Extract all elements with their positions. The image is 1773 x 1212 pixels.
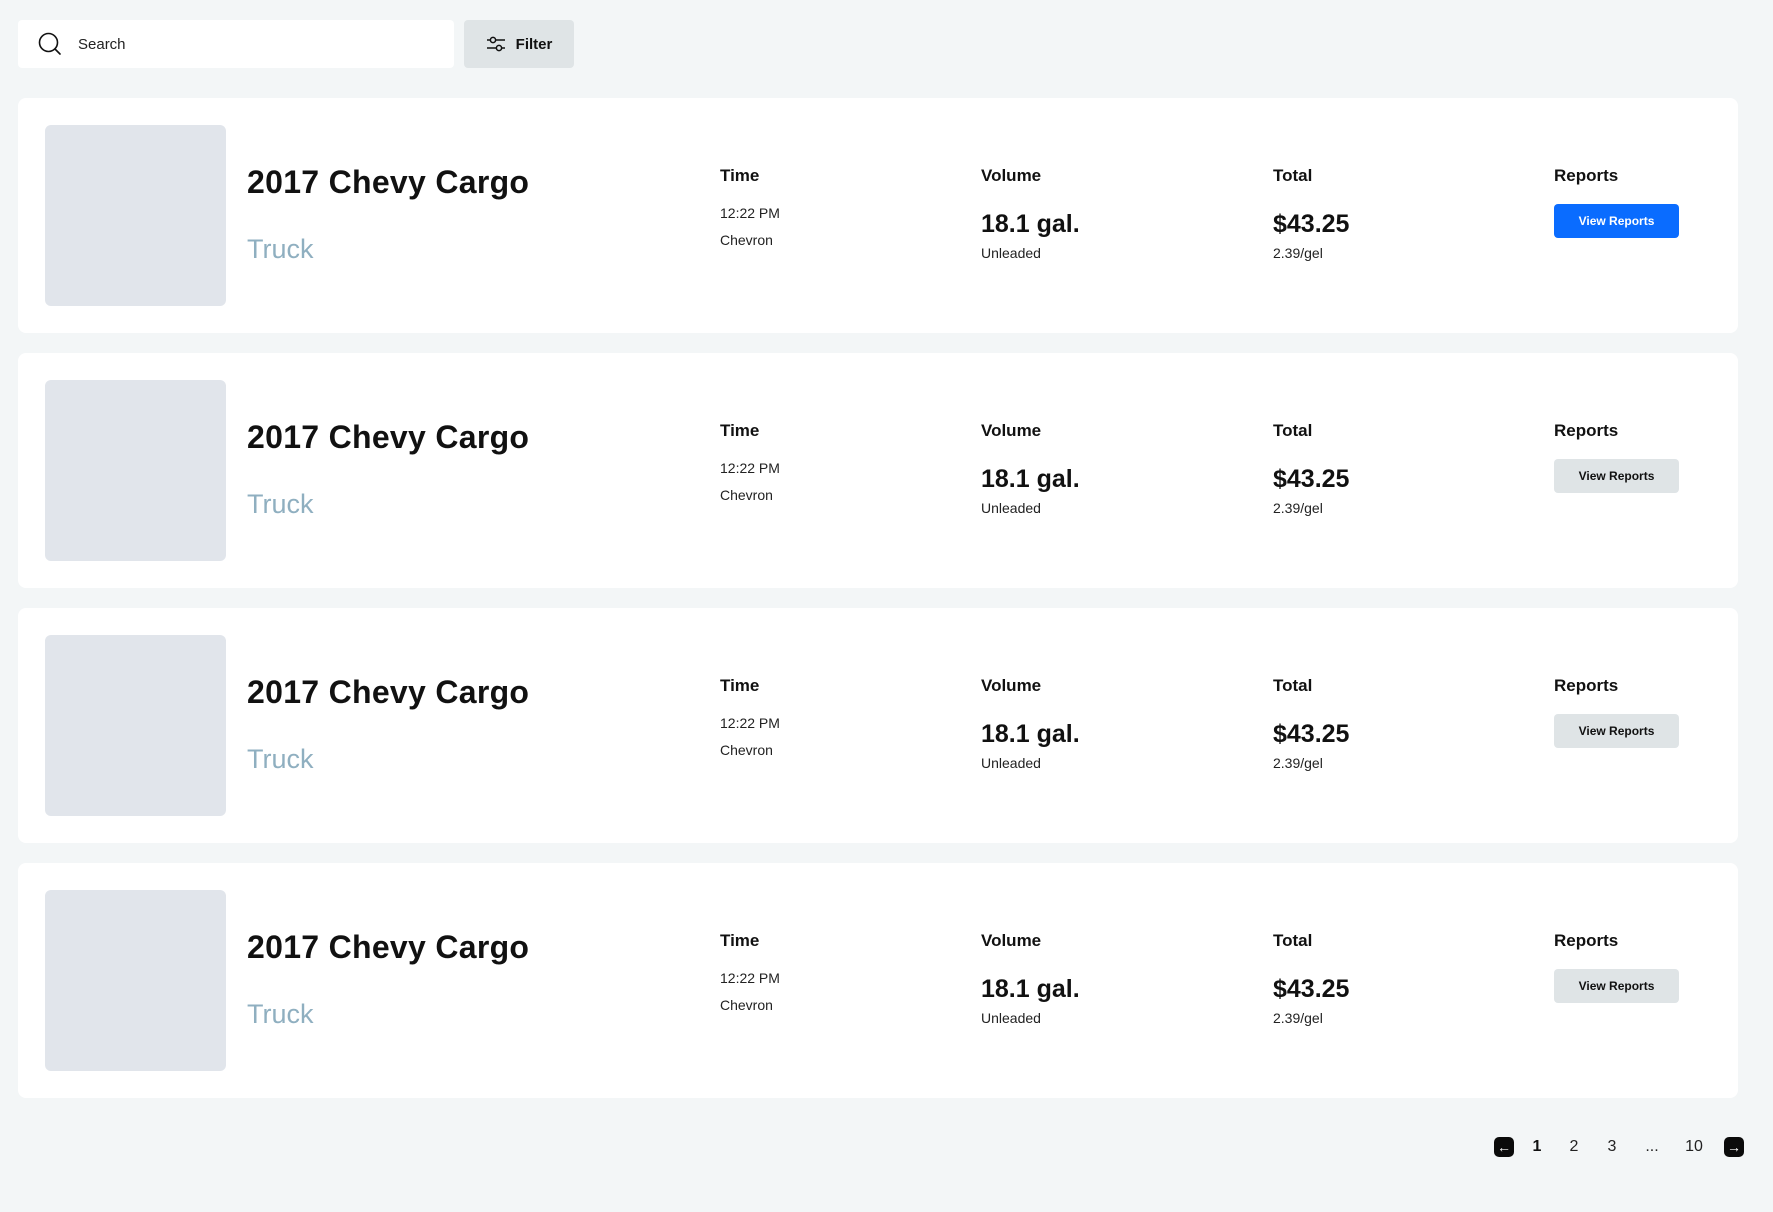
page-link-current[interactable]: 1 (1514, 1138, 1560, 1156)
volume-value: 18.1 gal. (981, 975, 1080, 1003)
time-value: 12:22 PM (720, 205, 780, 221)
page-link[interactable]: 10 (1668, 1138, 1720, 1156)
time-label: Time (720, 421, 760, 440)
reports-label: Reports (1554, 421, 1619, 440)
vehicle-image-placeholder (45, 125, 226, 306)
reports-label: Reports (1554, 166, 1619, 185)
price-per-gallon: 2.39/gel (1273, 755, 1323, 771)
total-value: $43.25 (1273, 210, 1350, 238)
next-page-arrow-icon[interactable]: → (1724, 1137, 1744, 1157)
pagination: ← 1 2 3 ... 10 → (1494, 1134, 1744, 1160)
vehicle-type: Truck (247, 234, 314, 264)
fuel-record-card: 2017 Chevy Cargo Truck Time 12:22 PM Che… (18, 608, 1738, 843)
vehicle-title: 2017 Chevy Cargo (247, 929, 530, 965)
fuel-type: Unleaded (981, 500, 1041, 516)
page-link[interactable]: 3 (1588, 1138, 1636, 1156)
price-per-gallon: 2.39/gel (1273, 500, 1323, 516)
filter-button[interactable]: Filter (464, 20, 574, 68)
search-input[interactable] (76, 34, 440, 54)
view-reports-button[interactable]: View Reports (1554, 714, 1679, 748)
time-label: Time (720, 931, 760, 950)
volume-label: Volume (981, 166, 1042, 185)
total-label: Total (1273, 931, 1313, 950)
page-ellipsis: ... (1645, 1138, 1659, 1155)
total-value: $43.25 (1273, 975, 1350, 1003)
filter-label: Filter (515, 35, 553, 53)
vehicle-title: 2017 Chevy Cargo (247, 674, 530, 710)
fuel-record-card: 2017 Chevy Cargo Truck Time 12:22 PM Che… (18, 863, 1738, 1098)
total-label: Total (1273, 676, 1313, 695)
search-box[interactable] (18, 20, 454, 68)
time-value: 12:22 PM (720, 970, 780, 986)
vehicle-type: Truck (247, 489, 314, 519)
search-icon (38, 32, 62, 56)
time-label: Time (720, 676, 760, 695)
volume-label: Volume (981, 421, 1042, 440)
sliders-icon (486, 35, 506, 53)
station-name: Chevron (720, 742, 773, 758)
station-name: Chevron (720, 232, 773, 248)
fuel-record-card: 2017 Chevy Cargo Truck Time 12:22 PM Che… (18, 353, 1738, 588)
vehicle-image-placeholder (45, 635, 226, 816)
total-value: $43.25 (1273, 720, 1350, 748)
vehicle-type: Truck (247, 744, 314, 774)
vehicle-type: Truck (247, 999, 314, 1029)
fuel-record-card: 2017 Chevy Cargo Truck Time 12:22 PM Che… (18, 98, 1738, 333)
vehicle-title: 2017 Chevy Cargo (247, 164, 530, 200)
volume-value: 18.1 gal. (981, 720, 1080, 748)
station-name: Chevron (720, 997, 773, 1013)
view-reports-button[interactable]: View Reports (1554, 459, 1679, 493)
prev-page-arrow-icon[interactable]: ← (1494, 1137, 1514, 1157)
vehicle-image-placeholder (45, 890, 226, 1071)
time-value: 12:22 PM (720, 715, 780, 731)
total-label: Total (1273, 421, 1313, 440)
total-value: $43.25 (1273, 465, 1350, 493)
volume-label: Volume (981, 676, 1042, 695)
total-label: Total (1273, 166, 1313, 185)
reports-label: Reports (1554, 676, 1619, 695)
view-reports-button[interactable]: View Reports (1554, 204, 1679, 238)
time-label: Time (720, 166, 760, 185)
vehicle-title: 2017 Chevy Cargo (247, 419, 530, 455)
fuel-type: Unleaded (981, 1010, 1041, 1026)
time-value: 12:22 PM (720, 460, 780, 476)
volume-value: 18.1 gal. (981, 465, 1080, 493)
fuel-type: Unleaded (981, 755, 1041, 771)
price-per-gallon: 2.39/gel (1273, 1010, 1323, 1026)
volume-label: Volume (981, 931, 1042, 950)
fuel-type: Unleaded (981, 245, 1041, 261)
price-per-gallon: 2.39/gel (1273, 245, 1323, 261)
reports-label: Reports (1554, 931, 1619, 950)
page-link[interactable]: 2 (1560, 1138, 1588, 1156)
vehicle-image-placeholder (45, 380, 226, 561)
view-reports-button[interactable]: View Reports (1554, 969, 1679, 1003)
station-name: Chevron (720, 487, 773, 503)
volume-value: 18.1 gal. (981, 210, 1080, 238)
